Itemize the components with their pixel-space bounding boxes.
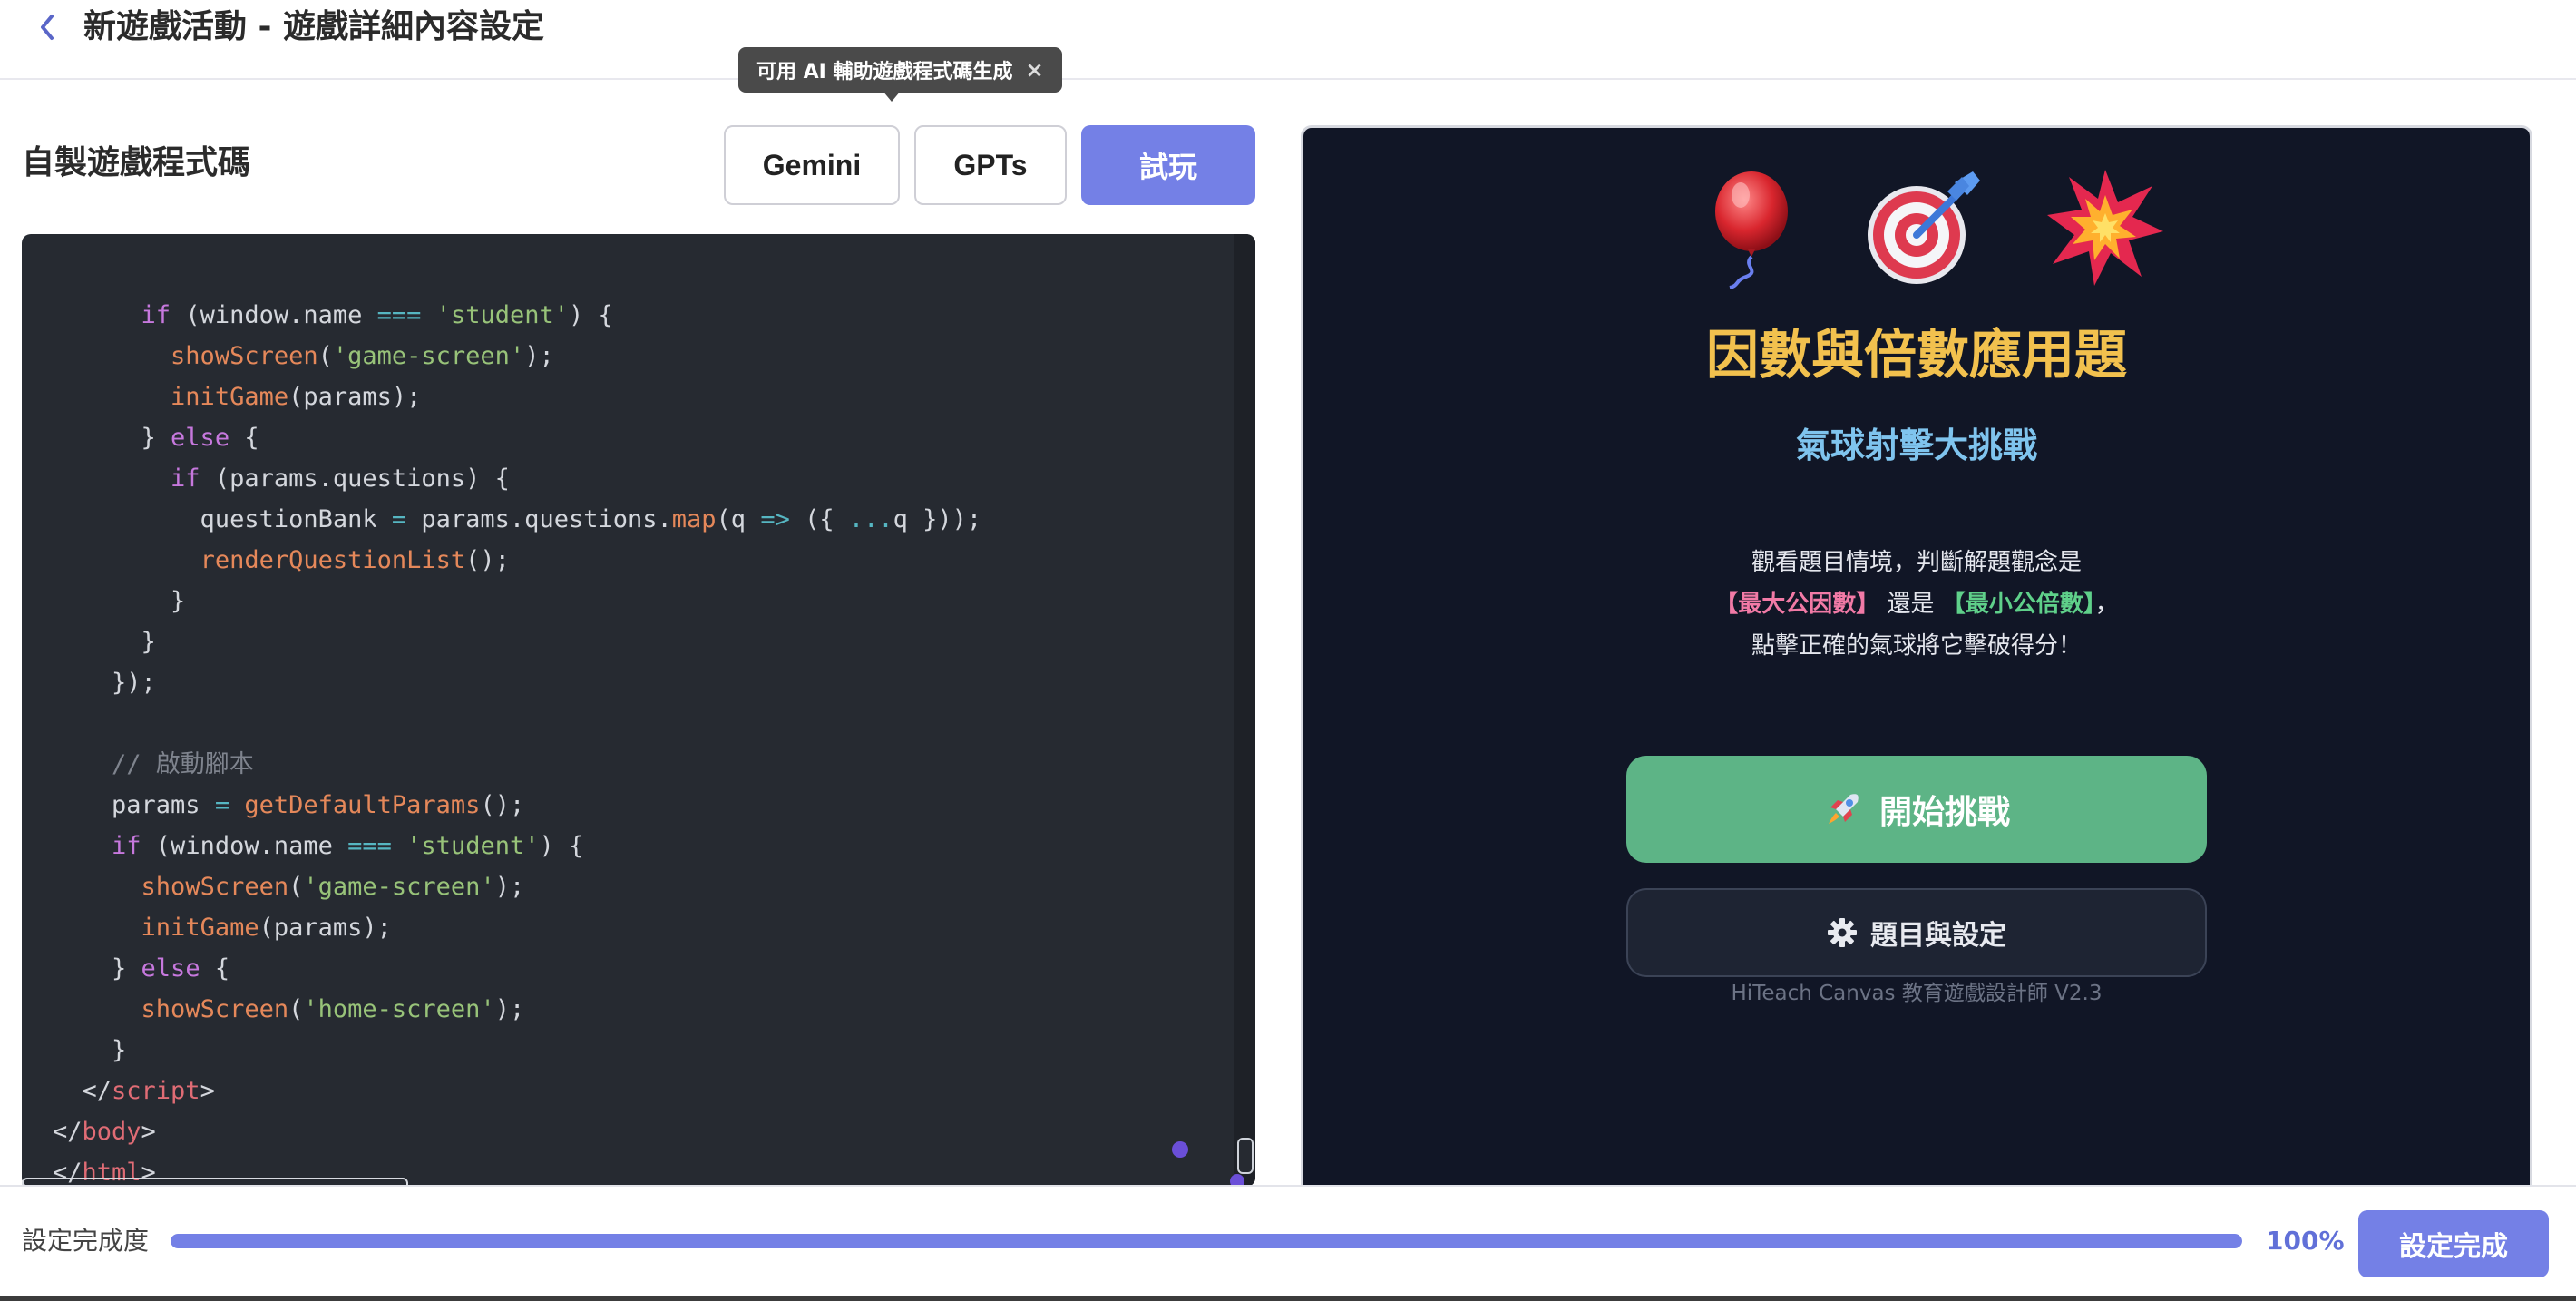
window-bottom-edge — [0, 1296, 2576, 1301]
rocket-icon — [1828, 794, 1859, 824]
code-content[interactable]: if (window.name === 'student') { showScr… — [53, 234, 981, 1187]
version-footer: HiTeach Canvas 教育遊戲設計師 V2.3 — [1731, 982, 2103, 1005]
game-title: 因數與倍數應用題 — [1705, 324, 2127, 386]
gcf-label: 【最大公因數】 — [1714, 591, 1880, 618]
progress-bar — [171, 1234, 2242, 1248]
cursor-dot — [1172, 1141, 1188, 1158]
progress-value: 100% — [2266, 1226, 2345, 1256]
editor-scrollbar[interactable] — [1234, 234, 1255, 1187]
balloon-icon — [1715, 171, 1788, 289]
tooltip-close-icon[interactable]: × — [1026, 59, 1044, 81]
progress-label: 設定完成度 — [22, 1226, 150, 1256]
code-editor[interactable]: if (window.name === 'student') { showScr… — [22, 234, 1255, 1187]
game-preview[interactable]: 因數與倍數應用題 氣球射擊大挑戰 觀看題目情境，判斷解題觀念是 【最大公因數】 … — [1301, 125, 2532, 1196]
emoji-row — [1303, 164, 2530, 291]
tooltip-text: 可用 AI 輔助遊戲程式碼生成 — [756, 61, 1013, 83]
page-title: 新遊戲活動 - 遊戲詳細內容設定 — [83, 8, 545, 45]
code-section-title: 自製遊戲程式碼 — [22, 144, 251, 181]
top-header: 新遊戲活動 - 遊戲詳細內容設定 — [0, 0, 2576, 80]
try-play-button[interactable]: 試玩 — [1081, 125, 1255, 205]
gemini-button[interactable]: Gemini — [724, 125, 900, 205]
tooltip-arrow — [883, 91, 901, 102]
code-comment: // 啟動腳本 — [112, 750, 254, 778]
target-icon — [1868, 171, 1980, 284]
progress-fill — [171, 1234, 2242, 1248]
gpts-button[interactable]: GPTs — [914, 125, 1067, 205]
game-description: 觀看題目情境，判斷解題觀念是 【最大公因數】 還是 【最小公倍數】， 點擊正確的… — [1303, 542, 2530, 667]
bottom-bar: 設定完成度 100% 設定完成 — [0, 1185, 2576, 1301]
desc-line-3: 點擊正確的氣球將它擊破得分！ — [1751, 632, 2082, 660]
gear-icon — [1828, 918, 1857, 947]
editor-scroll-thumb[interactable] — [1237, 1138, 1254, 1174]
desc-or: 還是 — [1879, 591, 1942, 618]
desc-comma: ， — [2094, 591, 2119, 618]
explosion-icon — [2047, 170, 2163, 286]
start-challenge-label: 開始挑戰 — [1878, 794, 2010, 831]
question-settings-button[interactable]: 題目與設定 — [1626, 888, 2207, 977]
question-settings-label: 題目與設定 — [1870, 920, 2006, 952]
start-challenge-button[interactable]: 開始挑戰 — [1626, 756, 2207, 863]
chevron-left-icon — [41, 15, 54, 40]
desc-line-1: 觀看題目情境，判斷解題觀念是 — [1751, 549, 2082, 576]
lcm-label: 【最小公倍數】 — [1941, 591, 2095, 618]
desc-line-2: 【最大公因數】 還是 【最小公倍數】， — [1303, 583, 2530, 625]
back-button[interactable] — [31, 9, 63, 45]
finish-settings-button[interactable]: 設定完成 — [2358, 1210, 2549, 1277]
ai-tooltip: 可用 AI 輔助遊戲程式碼生成 × — [738, 47, 1062, 93]
game-subtitle: 氣球射擊大挑戰 — [1795, 426, 2037, 465]
